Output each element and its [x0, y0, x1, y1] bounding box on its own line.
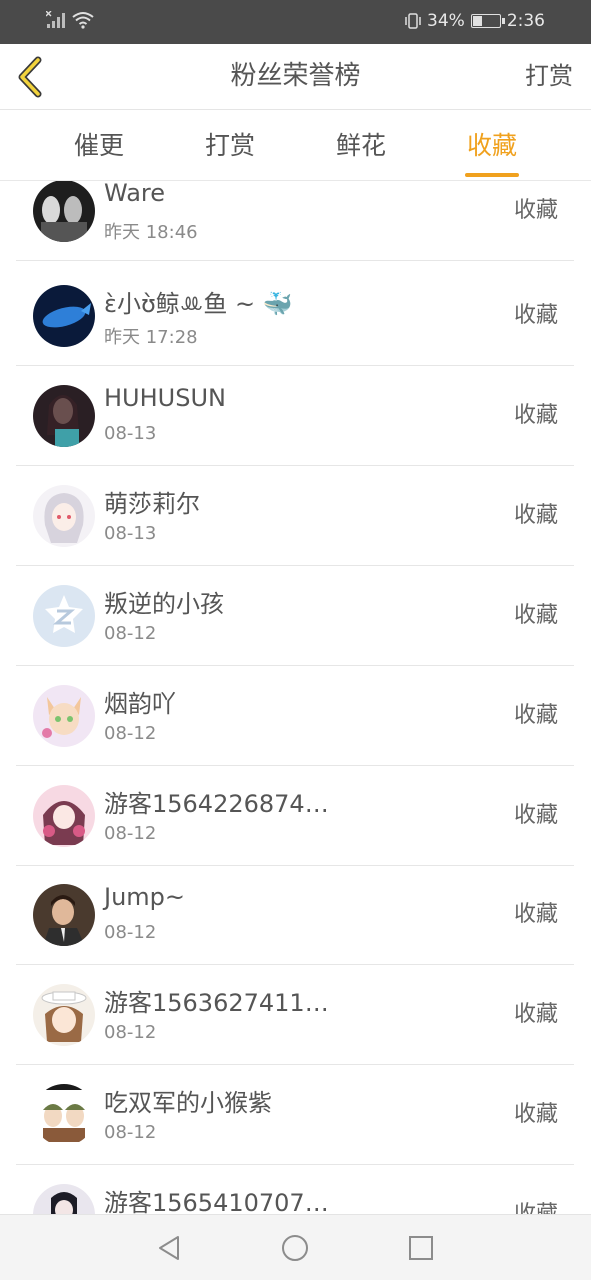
tab-favorites[interactable]: 收藏: [437, 111, 547, 181]
recent-square-icon[interactable]: [406, 1233, 436, 1263]
app-header: 粉丝荣誉榜 打赏: [0, 44, 591, 110]
action-label: 收藏: [513, 503, 558, 528]
timestamp: 08-13: [104, 423, 157, 444]
user-name: 烟韵吖: [104, 690, 176, 718]
tab-label: 鲜花: [335, 131, 386, 160]
avatar: [33, 685, 95, 747]
list-item[interactable]: 萌莎莉尔 08-13 收藏: [16, 466, 574, 566]
wifi-icon: [72, 12, 94, 29]
avatar: [33, 884, 95, 946]
reward-button[interactable]: 打赏: [525, 44, 573, 110]
avatar: [33, 181, 95, 242]
list-item[interactable]: 游客1564226874… 08-12 收藏: [16, 766, 574, 866]
status-left: [46, 11, 94, 29]
tab-label: 打赏: [204, 131, 255, 160]
tab-reward[interactable]: 打赏: [175, 111, 285, 181]
back-triangle-icon[interactable]: [154, 1233, 184, 1263]
tab-label: 催更: [73, 131, 124, 160]
action-label: 收藏: [513, 603, 558, 628]
user-name: 游客1565410707…: [104, 1189, 329, 1214]
timestamp: 08-12: [104, 922, 157, 943]
tab-urge[interactable]: 催更: [44, 111, 154, 181]
list-item[interactable]: 游客1563627411… 08-12 收藏: [16, 965, 574, 1065]
avatar: [33, 285, 95, 347]
timestamp: 08-12: [104, 723, 157, 744]
page-title: 粉丝荣誉榜: [230, 61, 361, 91]
action-label: 收藏: [513, 1002, 558, 1027]
avatar: [33, 585, 95, 647]
action-label: 收藏: [513, 403, 558, 428]
list-item[interactable]: Jump~ 08-12 收藏: [16, 865, 574, 965]
action-label: 收藏: [513, 703, 558, 728]
system-nav-bar: [0, 1214, 591, 1280]
status-time: 2:36: [506, 11, 545, 31]
user-name: Ware: [104, 181, 166, 207]
user-name: 叛逆的小孩: [104, 590, 224, 618]
list-item[interactable]: ɛ̀小ʊ̀鲸ꔛ鱼 ~ 🐳 昨天 17:28 收藏: [16, 266, 574, 366]
tab-bar: 催更 打赏 鲜花 收藏: [0, 111, 591, 181]
signal-icon: [46, 11, 65, 28]
status-bar: 34% 2:36: [0, 0, 591, 44]
user-name: 萌莎莉尔: [104, 490, 200, 518]
avatar: [33, 1084, 95, 1146]
fan-list: Ware 昨天 18:46 收藏 ɛ̀小ʊ̀鲸ꔛ鱼 ~ 🐳 昨天 17:28 收…: [0, 181, 591, 1214]
user-name: HUHUSUN: [104, 384, 226, 412]
vibrate-icon: [405, 13, 421, 29]
timestamp: 昨天 18:46: [104, 222, 198, 243]
timestamp: 08-13: [104, 523, 157, 544]
timestamp: 昨天 17:28: [104, 327, 198, 348]
timestamp: 08-12: [104, 1022, 157, 1043]
action-label: 收藏: [513, 902, 558, 927]
battery-fill: [472, 16, 483, 26]
list-item[interactable]: 吃双军的小猴紫 08-12 收藏: [16, 1065, 574, 1165]
action-label: 收藏: [513, 1102, 558, 1127]
status-right: 34% 2:36: [405, 11, 545, 31]
avatar: [33, 785, 95, 847]
list-item[interactable]: 烟韵吖 08-12 收藏: [16, 666, 574, 766]
avatar: [33, 385, 95, 447]
user-name: 吃双军的小猴紫: [104, 1089, 272, 1117]
avatar: [33, 1184, 95, 1214]
home-circle-icon[interactable]: [280, 1233, 310, 1263]
user-name: 游客1563627411…: [104, 989, 329, 1017]
timestamp: 08-12: [104, 823, 157, 844]
list-item[interactable]: HUHUSUN 08-13 收藏: [16, 366, 574, 466]
tab-flowers[interactable]: 鲜花: [306, 111, 416, 181]
user-name: 游客1564226874…: [104, 790, 329, 818]
action-label: 收藏: [514, 1165, 558, 1214]
action-label: 收藏: [513, 198, 558, 223]
tab-active-indicator: [465, 173, 519, 177]
action-label: 收藏: [513, 803, 558, 828]
list-item[interactable]: 叛逆的小孩 08-12 收藏: [16, 566, 574, 666]
list-item[interactable]: 游客1565410707… 收藏: [16, 1165, 574, 1214]
action-label: 收藏: [513, 303, 558, 328]
list-item[interactable]: Ware 昨天 18:46 收藏: [16, 181, 574, 261]
timestamp: 08-12: [104, 1122, 157, 1143]
tab-label: 收藏: [466, 131, 517, 160]
timestamp: 08-12: [104, 623, 157, 644]
battery-icon: [470, 14, 505, 28]
user-name: Jump~: [104, 883, 186, 911]
avatar: [33, 485, 95, 547]
user-name: ɛ̀小ʊ̀鲸ꔛ鱼 ~ 🐳: [104, 290, 293, 318]
battery-percent: 34%: [427, 11, 465, 31]
avatar: [33, 984, 95, 1046]
